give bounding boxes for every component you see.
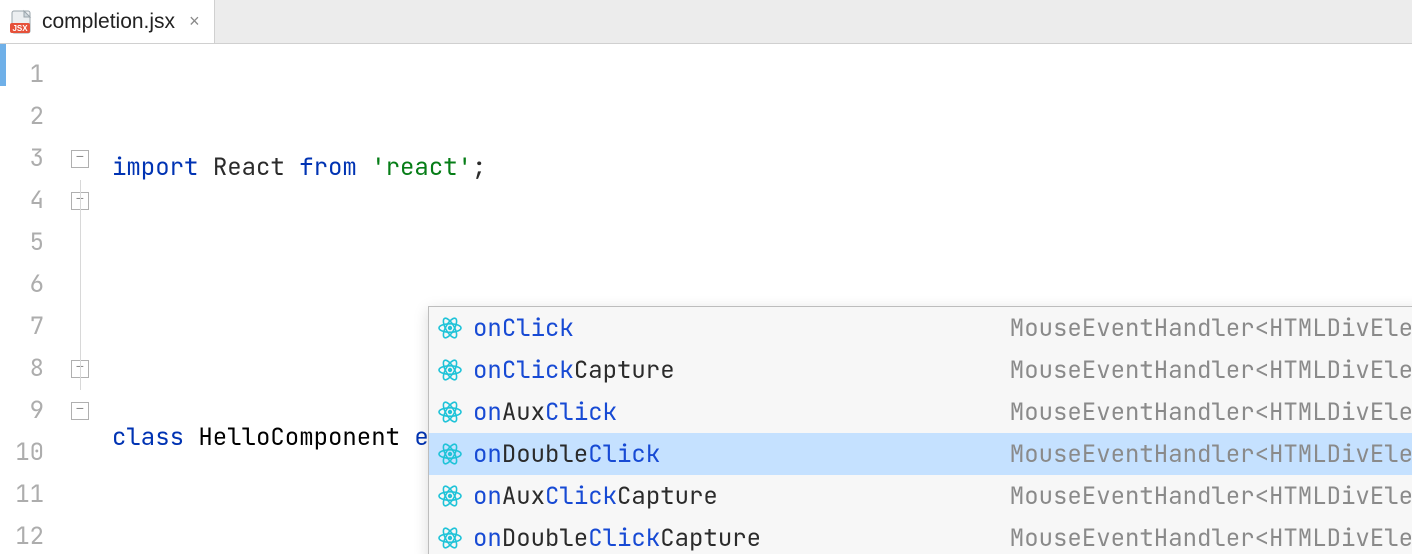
line-number: 12 [0, 516, 60, 554]
react-icon [437, 441, 463, 467]
completion-type: MouseEventHandler<HTMLDivElement> [1010, 355, 1412, 386]
completion-popup: onClick MouseEventHandler<HTMLDivElement>… [428, 306, 1412, 554]
fold-toggle-icon[interactable]: − [71, 150, 89, 168]
editor-tab[interactable]: JSX completion.jsx × [0, 0, 215, 43]
completion-type: MouseEventHandler<HTMLDivElement> [1010, 397, 1412, 428]
line-number: 2 [0, 96, 60, 138]
react-icon [437, 357, 463, 383]
completion-label: onDoubleClick [473, 439, 660, 470]
line-number: 11 [0, 474, 60, 516]
completion-label: onClick [473, 313, 574, 344]
completion-label: onDoubleClickCapture [473, 523, 761, 554]
kw-class: class [112, 422, 184, 453]
class-name: HelloComponent [198, 422, 400, 453]
completion-type: MouseEventHandler<HTMLDivElement> [1010, 313, 1412, 344]
completion-label: onAuxClickCapture [473, 481, 718, 512]
line-number: 10 [0, 432, 60, 474]
line-number: 8 [0, 348, 60, 390]
jsx-file-icon: JSX [10, 9, 36, 35]
completion-type: MouseEventHandler<HTMLDivElement> [1010, 439, 1412, 470]
completion-type: MouseEventHandler<HTMLDivElement> [1010, 481, 1412, 512]
line-number: 9 [0, 390, 60, 432]
code-area[interactable]: import React from 'react'; class HelloCo… [100, 44, 1412, 554]
fold-gutter: − − − − [60, 44, 100, 554]
react-icon [437, 483, 463, 509]
completion-label: onAuxClick [473, 397, 617, 428]
completion-item[interactable]: onClick MouseEventHandler<HTMLDivElement> [429, 307, 1412, 349]
react-icon [437, 399, 463, 425]
code-line: import React from 'react'; [100, 147, 1412, 189]
editor-tab-filename: completion.jsx [42, 10, 175, 34]
editor-left-accent [0, 44, 6, 86]
line-number: 3 [0, 138, 60, 180]
completion-type: MouseEventHandler<HTMLDivElement> [1010, 523, 1412, 554]
react-icon [437, 525, 463, 551]
line-number: 6 [0, 264, 60, 306]
line-number: 5 [0, 222, 60, 264]
editor-pane: 1 2 3 4 5 6 7 8 9 10 11 12 − − − − impor… [0, 44, 1412, 554]
completion-label: onClickCapture [473, 355, 675, 386]
fold-toggle-icon[interactable]: − [71, 402, 89, 420]
line-number: 4 [0, 180, 60, 222]
line-number: 1 [0, 54, 60, 96]
kw-from: from [299, 152, 357, 183]
completion-item[interactable]: onDoubleClickCapture MouseEventHandler<HT… [429, 517, 1412, 554]
completion-item[interactable]: onAuxClickCapture MouseEventHandler<HTMLD… [429, 475, 1412, 517]
editor-tab-bar: JSX completion.jsx × [0, 0, 1412, 44]
kw-import: import [112, 152, 198, 183]
punct-semi: ; [472, 152, 486, 183]
completion-item[interactable]: onDoubleClick MouseEventHandler<HTMLDivEl… [429, 433, 1412, 475]
line-number: 7 [0, 306, 60, 348]
react-icon [437, 315, 463, 341]
completion-item[interactable]: onAuxClick MouseEventHandler<HTMLDivEleme… [429, 391, 1412, 433]
close-tab-icon[interactable]: × [189, 11, 200, 32]
string-react: 'react' [371, 152, 472, 183]
line-number-gutter: 1 2 3 4 5 6 7 8 9 10 11 12 [0, 44, 60, 554]
ident-react: React [213, 152, 285, 183]
completion-item[interactable]: onClickCapture MouseEventHandler<HTMLDivE… [429, 349, 1412, 391]
svg-text:JSX: JSX [12, 24, 28, 33]
